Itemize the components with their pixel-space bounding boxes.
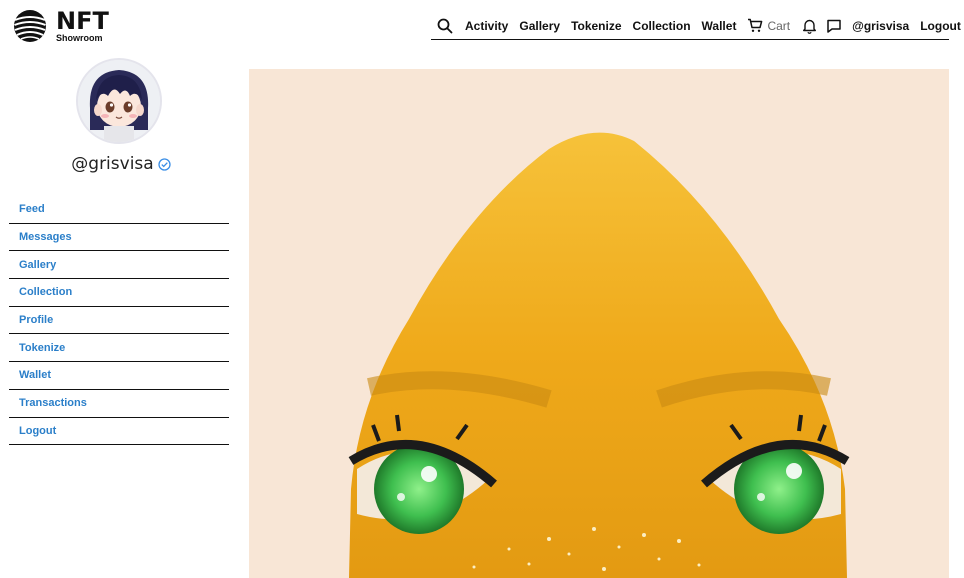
- nft-artwork-image[interactable]: [249, 69, 949, 578]
- avatar[interactable]: [76, 58, 162, 144]
- sidebar-item-logout[interactable]: Logout: [9, 418, 229, 446]
- nav-link-activity[interactable]: Activity: [465, 19, 508, 33]
- sidebar-item-wallet[interactable]: Wallet: [9, 362, 229, 390]
- top-navigation: Activity Gallery Tokenize Collection Wal…: [431, 12, 961, 40]
- sidebar-item-messages[interactable]: Messages: [9, 224, 229, 252]
- sidebar-item-tokenize[interactable]: Tokenize: [9, 334, 229, 363]
- nav-logout[interactable]: Logout: [920, 19, 961, 33]
- sidebar-item-collection[interactable]: Collection: [9, 279, 229, 307]
- search-icon[interactable]: [437, 18, 453, 34]
- nav-link-collection[interactable]: Collection: [633, 19, 691, 33]
- sidebar-menu: Feed Messages Gallery Collection Profile…: [9, 196, 229, 446]
- profile-handle: @grisvisa: [71, 154, 154, 174]
- sidebar-item-transactions[interactable]: Transactions: [9, 390, 229, 418]
- cart-label: Cart: [767, 18, 791, 33]
- logo-title: NFT: [56, 7, 109, 35]
- nav-link-gallery[interactable]: Gallery: [519, 19, 560, 33]
- nav-user-handle[interactable]: @grisvisa: [852, 19, 909, 33]
- nav-link-wallet[interactable]: Wallet: [702, 19, 737, 33]
- cart-button[interactable]: Cart: [747, 18, 790, 33]
- message-icon[interactable]: [826, 18, 842, 34]
- sidebar: @grisvisa Feed Messages Gallery Collecti…: [9, 58, 229, 446]
- cart-icon: [748, 18, 763, 32]
- nav-link-tokenize[interactable]: Tokenize: [571, 19, 621, 33]
- profile-handle-row: @grisvisa: [9, 154, 229, 174]
- bell-icon[interactable]: [802, 18, 817, 34]
- site-logo[interactable]: NFT Showroom: [12, 8, 109, 44]
- globe-logo-icon: [14, 10, 46, 42]
- sidebar-item-profile[interactable]: Profile: [9, 307, 229, 335]
- sidebar-item-feed[interactable]: Feed: [9, 196, 229, 224]
- logo-subtitle: Showroom: [56, 33, 103, 43]
- sidebar-item-gallery[interactable]: Gallery: [9, 251, 229, 280]
- verified-badge-icon: [158, 157, 171, 171]
